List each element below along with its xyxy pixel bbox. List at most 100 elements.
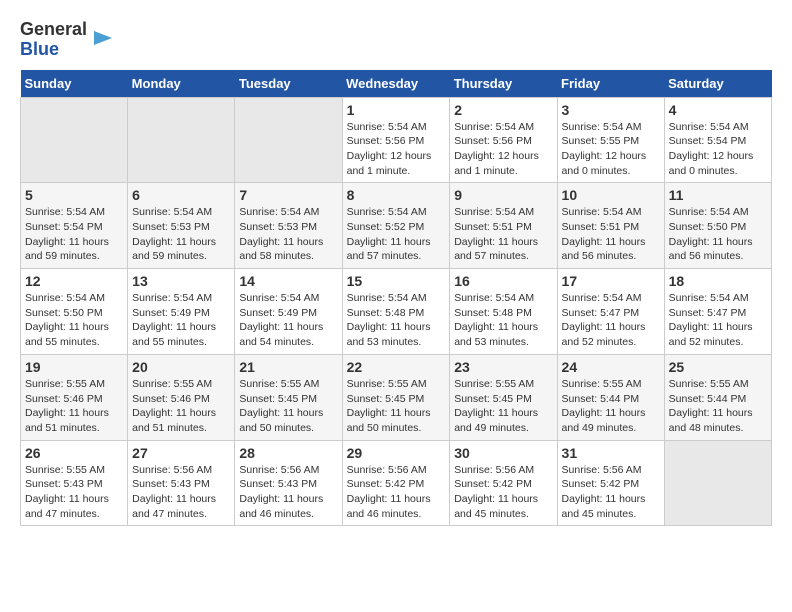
day-number: 18 xyxy=(669,273,767,289)
col-header-monday: Monday xyxy=(128,70,235,98)
calendar-cell: 15 Sunrise: 5:54 AMSunset: 5:48 PMDayligh… xyxy=(342,269,450,355)
day-info: Sunrise: 5:54 AMSunset: 5:54 PMDaylight:… xyxy=(25,205,123,264)
calendar-cell: 31 Sunrise: 5:56 AMSunset: 5:42 PMDayligh… xyxy=(557,440,664,526)
calendar-cell: 3 Sunrise: 5:54 AMSunset: 5:55 PMDaylight… xyxy=(557,97,664,183)
day-number: 28 xyxy=(239,445,337,461)
day-number: 4 xyxy=(669,102,767,118)
calendar-cell: 25 Sunrise: 5:55 AMSunset: 5:44 PMDayligh… xyxy=(664,354,771,440)
day-number: 11 xyxy=(669,187,767,203)
day-number: 19 xyxy=(25,359,123,375)
day-number: 26 xyxy=(25,445,123,461)
calendar-cell: 11 Sunrise: 5:54 AMSunset: 5:50 PMDayligh… xyxy=(664,183,771,269)
calendar-cell: 10 Sunrise: 5:54 AMSunset: 5:51 PMDayligh… xyxy=(557,183,664,269)
calendar-cell: 17 Sunrise: 5:54 AMSunset: 5:47 PMDayligh… xyxy=(557,269,664,355)
day-info: Sunrise: 5:56 AMSunset: 5:42 PMDaylight:… xyxy=(347,463,446,522)
calendar-cell: 9 Sunrise: 5:54 AMSunset: 5:51 PMDaylight… xyxy=(450,183,557,269)
day-number: 5 xyxy=(25,187,123,203)
day-info: Sunrise: 5:54 AMSunset: 5:48 PMDaylight:… xyxy=(347,291,446,350)
day-info: Sunrise: 5:55 AMSunset: 5:44 PMDaylight:… xyxy=(669,377,767,436)
calendar-cell: 30Sunrise: 5:56 AMSunset: 5:42 PMDayligh… xyxy=(450,440,557,526)
calendar-cell: 4 Sunrise: 5:54 AMSunset: 5:54 PMDaylight… xyxy=(664,97,771,183)
calendar-cell: 12 Sunrise: 5:54 AMSunset: 5:50 PMDayligh… xyxy=(21,269,128,355)
day-number: 9 xyxy=(454,187,552,203)
day-number: 12 xyxy=(25,273,123,289)
day-number: 3 xyxy=(562,102,660,118)
week-row-3: 19Sunrise: 5:55 AMSunset: 5:46 PMDayligh… xyxy=(21,354,772,440)
logo: General Blue xyxy=(20,20,114,60)
day-info: Sunrise: 5:54 AMSunset: 5:54 PMDaylight:… xyxy=(669,120,767,179)
calendar-cell: 8 Sunrise: 5:54 AMSunset: 5:52 PMDaylight… xyxy=(342,183,450,269)
logo-line2: Blue xyxy=(20,40,87,60)
day-info: Sunrise: 5:54 AMSunset: 5:47 PMDaylight:… xyxy=(562,291,660,350)
col-header-sunday: Sunday xyxy=(21,70,128,98)
day-info: Sunrise: 5:54 AMSunset: 5:48 PMDaylight:… xyxy=(454,291,552,350)
day-info: Sunrise: 5:56 AMSunset: 5:43 PMDaylight:… xyxy=(239,463,337,522)
day-number: 8 xyxy=(347,187,446,203)
day-info: Sunrise: 5:54 AMSunset: 5:50 PMDaylight:… xyxy=(25,291,123,350)
day-info: Sunrise: 5:54 AMSunset: 5:51 PMDaylight:… xyxy=(562,205,660,264)
week-row-4: 26 Sunrise: 5:55 AMSunset: 5:43 PMDayligh… xyxy=(21,440,772,526)
calendar-cell: 1Sunrise: 5:54 AMSunset: 5:56 PMDaylight… xyxy=(342,97,450,183)
week-row-1: 5 Sunrise: 5:54 AMSunset: 5:54 PMDaylight… xyxy=(21,183,772,269)
day-number: 2 xyxy=(454,102,552,118)
col-header-thursday: Thursday xyxy=(450,70,557,98)
day-number: 13 xyxy=(132,273,230,289)
day-number: 21 xyxy=(239,359,337,375)
col-header-tuesday: Tuesday xyxy=(235,70,342,98)
calendar-cell: 2 Sunrise: 5:54 AMSunset: 5:56 PMDaylight… xyxy=(450,97,557,183)
day-number: 10 xyxy=(562,187,660,203)
logo-icon xyxy=(92,27,114,49)
day-number: 31 xyxy=(562,445,660,461)
day-number: 22 xyxy=(347,359,446,375)
header-row: SundayMondayTuesdayWednesdayThursdayFrid… xyxy=(21,70,772,98)
day-info: Sunrise: 5:54 AMSunset: 5:51 PMDaylight:… xyxy=(454,205,552,264)
day-info: Sunrise: 5:54 AMSunset: 5:53 PMDaylight:… xyxy=(132,205,230,264)
day-info: Sunrise: 5:55 AMSunset: 5:45 PMDaylight:… xyxy=(239,377,337,436)
day-info: Sunrise: 5:55 AMSunset: 5:45 PMDaylight:… xyxy=(347,377,446,436)
calendar-cell: 21 Sunrise: 5:55 AMSunset: 5:45 PMDayligh… xyxy=(235,354,342,440)
day-number: 15 xyxy=(347,273,446,289)
day-info: Sunrise: 5:54 AMSunset: 5:56 PMDaylight:… xyxy=(454,120,552,179)
day-info: Sunrise: 5:55 AMSunset: 5:45 PMDaylight:… xyxy=(454,377,552,436)
col-header-saturday: Saturday xyxy=(664,70,771,98)
day-info: Sunrise: 5:54 AMSunset: 5:50 PMDaylight:… xyxy=(669,205,767,264)
header: General Blue xyxy=(20,20,772,60)
week-row-0: 1 Sunrise: 5:54 AMSunset: 5:56 PMDaylight… xyxy=(21,97,772,183)
calendar-cell: 13 Sunrise: 5:54 AMSunset: 5:49 PMDayligh… xyxy=(128,269,235,355)
day-info: Sunrise: 5:54 AMSunset: 5:52 PMDaylight:… xyxy=(347,205,446,264)
day-info: Sunrise: 5:55 AMSunset: 5:44 PMDaylight:… xyxy=(562,377,660,436)
calendar-cell: 7 Sunrise: 5:54 AMSunset: 5:53 PMDaylight… xyxy=(235,183,342,269)
calendar-cell: 28 Sunrise: 5:56 AMSunset: 5:43 PMDayligh… xyxy=(235,440,342,526)
day-info: Sunrise: 5:54 AMSunset: 5:47 PMDaylight:… xyxy=(669,291,767,350)
day-number: 20 xyxy=(132,359,230,375)
calendar-cell: 23Sunrise: 5:55 AMSunset: 5:45 PMDayligh… xyxy=(450,354,557,440)
day-info: Sunrise: 5:56 AMSunset: 5:42 PMDaylight:… xyxy=(562,463,660,522)
day-number: 7 xyxy=(239,187,337,203)
calendar-cell: 22 Sunrise: 5:55 AMSunset: 5:45 PMDayligh… xyxy=(342,354,450,440)
calendar-cell: 27 Sunrise: 5:56 AMSunset: 5:43 PMDayligh… xyxy=(128,440,235,526)
calendar-cell: 19Sunrise: 5:55 AMSunset: 5:46 PMDayligh… xyxy=(21,354,128,440)
day-number: 27 xyxy=(132,445,230,461)
day-number: 17 xyxy=(562,273,660,289)
logo-line1: General xyxy=(20,20,87,40)
day-number: 1 xyxy=(347,102,446,118)
calendar-cell: 26 Sunrise: 5:55 AMSunset: 5:43 PMDayligh… xyxy=(21,440,128,526)
day-info: Sunrise: 5:54 AMSunset: 5:53 PMDaylight:… xyxy=(239,205,337,264)
calendar-cell xyxy=(664,440,771,526)
day-number: 25 xyxy=(669,359,767,375)
day-number: 24 xyxy=(562,359,660,375)
day-number: 29 xyxy=(347,445,446,461)
calendar-cell xyxy=(235,97,342,183)
day-info: Sunrise: 5:55 AMSunset: 5:43 PMDaylight:… xyxy=(25,463,123,522)
day-info: Sunrise: 5:56 AMSunset: 5:43 PMDaylight:… xyxy=(132,463,230,522)
day-info: Sunrise: 5:56 AMSunset: 5:42 PMDaylight:… xyxy=(454,463,552,522)
calendar-cell: 24 Sunrise: 5:55 AMSunset: 5:44 PMDayligh… xyxy=(557,354,664,440)
day-info: Sunrise: 5:54 AMSunset: 5:49 PMDaylight:… xyxy=(132,291,230,350)
day-number: 6 xyxy=(132,187,230,203)
calendar-table: SundayMondayTuesdayWednesdayThursdayFrid… xyxy=(20,70,772,527)
calendar-cell xyxy=(21,97,128,183)
calendar-cell: 6 Sunrise: 5:54 AMSunset: 5:53 PMDaylight… xyxy=(128,183,235,269)
day-info: Sunrise: 5:54 AMSunset: 5:55 PMDaylight:… xyxy=(562,120,660,179)
calendar-cell: 20Sunrise: 5:55 AMSunset: 5:46 PMDayligh… xyxy=(128,354,235,440)
calendar-cell: 18 Sunrise: 5:54 AMSunset: 5:47 PMDayligh… xyxy=(664,269,771,355)
